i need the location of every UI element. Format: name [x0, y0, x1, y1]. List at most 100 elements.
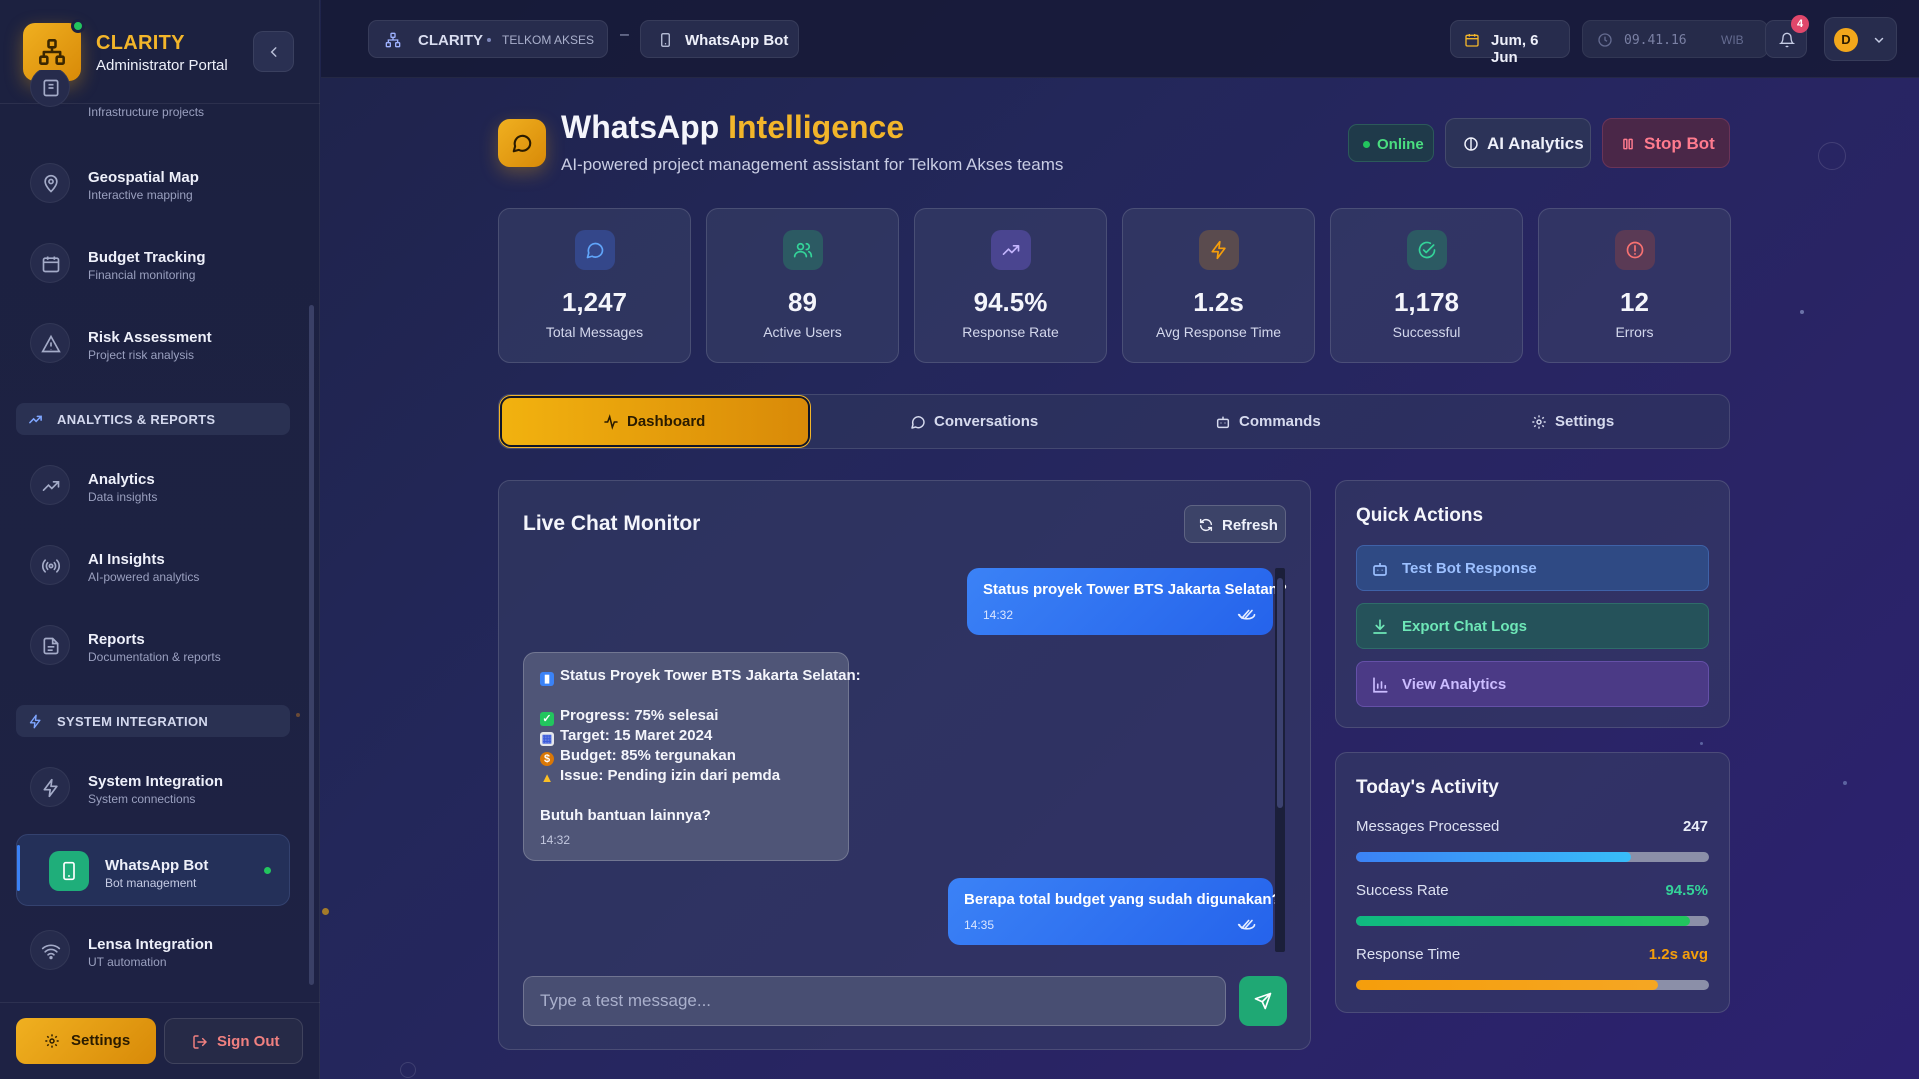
sidebar-item-ai-insights[interactable]: AI Insights AI-powered analytics [16, 532, 290, 598]
network-icon [38, 38, 66, 66]
section-label: ANALYTICS & REPORTS [57, 412, 216, 427]
stat-value: 94.5% [973, 287, 1048, 317]
double-check-icon [1237, 608, 1257, 622]
activity-label: Messages Processed [1356, 818, 1500, 835]
stat-card-errors: 12 Errors [1538, 208, 1731, 363]
message-icon [910, 414, 926, 430]
time-text: 09.41.16 [1624, 33, 1687, 48]
sidebar-item-system-integration[interactable]: System Integration System connections [16, 754, 290, 820]
trend-up-icon [28, 412, 43, 427]
bolt-icon [1209, 240, 1229, 260]
tab-dashboard[interactable]: Dashboard [502, 398, 808, 445]
bot-line: ▦ Target: 15 Maret 2024 [540, 727, 712, 746]
stat-label: Successful [1392, 324, 1461, 340]
sidebar-item-sub: UT automation [88, 955, 167, 969]
sidebar-item-lensa-integration[interactable]: Lensa Integration UT automation [16, 917, 290, 983]
message-text: Berapa total budget yang sudah digunakan… [964, 891, 1281, 908]
refresh-button[interactable]: Refresh [1184, 505, 1286, 543]
gear-icon [1531, 414, 1547, 430]
live-chat-title: Live Chat Monitor [523, 512, 701, 535]
section-header-analytics[interactable]: ANALYTICS & REPORTS [16, 403, 290, 435]
stop-bot-label: Stop Bot [1644, 134, 1715, 153]
sidebar-item-title: Geospatial Map [88, 169, 199, 186]
bot-line-text: Issue: Pending izin dari pemda [560, 767, 781, 784]
nav-icon-wrap [30, 767, 70, 807]
activity-label: Success Rate [1356, 882, 1449, 899]
tab-label: Dashboard [627, 413, 706, 430]
tab-conversations[interactable]: Conversations [811, 398, 1116, 445]
stat-card-avg-response-time: 1.2s Avg Response Time [1122, 208, 1315, 363]
bot-icon [1215, 414, 1231, 430]
refresh-label: Refresh [1222, 517, 1278, 534]
sidebar-item-risk-assessment[interactable]: Risk Assessment Project risk analysis [16, 310, 290, 376]
sidebar-scrollbar[interactable] [309, 305, 314, 985]
stat-value: 12 [1620, 287, 1649, 317]
collapse-sidebar-button[interactable] [253, 31, 294, 72]
radio-icon [41, 556, 61, 576]
decorative-dot [322, 908, 329, 915]
sidebar-item-title: AI Insights [88, 551, 165, 568]
bot-line: Butuh bantuan lainnya? [540, 807, 711, 824]
chevron-down-icon [1873, 34, 1885, 46]
stat-label: Active Users [763, 324, 842, 340]
sidebar-item-projects[interactable]: Infrastructure projects [16, 70, 290, 120]
sign-out-label: Sign Out [217, 1033, 280, 1050]
tab-label: Conversations [934, 413, 1039, 430]
send-icon [1254, 992, 1272, 1010]
sidebar-item-title: Risk Assessment [88, 329, 212, 346]
check-emoji-icon: ✓ [540, 712, 554, 726]
double-check-icon [1237, 918, 1257, 932]
sidebar-item-sub: Documentation & reports [88, 650, 221, 664]
bot-line-text: Budget: 85% tergunakan [560, 747, 736, 764]
test-message-input[interactable] [523, 976, 1226, 1026]
sidebar-item-whatsapp-bot[interactable]: WhatsApp Bot Bot management [16, 834, 290, 906]
quick-actions-title: Quick Actions [1356, 505, 1484, 526]
ai-analytics-button[interactable]: AI Analytics [1445, 118, 1591, 168]
stat-icon-wrap [1615, 230, 1655, 270]
time-display: 09.41.16 WIB [1582, 20, 1768, 58]
breadcrumb-separator: – [620, 26, 629, 43]
breadcrumb-current-page[interactable]: WhatsApp Bot [640, 20, 799, 58]
date-display: Jum, 6 Jun [1450, 20, 1570, 66]
notification-badge: 4 [1791, 15, 1809, 33]
section-header-system[interactable]: SYSTEM INTEGRATION [16, 705, 290, 737]
bot-line: ✓ Progress: 75% selesai [540, 707, 718, 726]
building-icon [41, 78, 61, 98]
user-menu-button[interactable]: D [1824, 17, 1897, 61]
sidebar-item-geospatial-map[interactable]: Geospatial Map Interactive mapping [16, 150, 290, 216]
activity-progress-fill [1356, 916, 1690, 926]
sidebar-item-analytics[interactable]: Analytics Data insights [16, 452, 290, 518]
chat-message-bot: ▮ Status Proyek Tower BTS Jakarta Selatan… [523, 652, 861, 861]
sign-out-button[interactable]: Sign Out [164, 1018, 303, 1064]
view-analytics-button[interactable]: View Analytics [1356, 661, 1709, 707]
stat-card-total-messages: 1,247 Total Messages [498, 208, 691, 363]
activity-label: Response Time [1356, 946, 1461, 963]
page-title: WhatsApp Intelligence [561, 109, 904, 146]
sidebar: CLARITY Administrator Portal Infrastruct… [0, 0, 320, 1079]
activity-value: 1.2s avg [1648, 946, 1708, 963]
tab-commands[interactable]: Commands [1119, 398, 1424, 445]
tab-settings[interactable]: Settings [1427, 398, 1727, 445]
sidebar-item-title: Analytics [88, 471, 155, 488]
gear-icon [44, 1033, 60, 1049]
sidebar-item-budget-tracking[interactable]: Budget Tracking Financial monitoring [16, 230, 290, 296]
stat-icon-wrap [1199, 230, 1239, 270]
stop-bot-button[interactable]: Stop Bot [1602, 118, 1730, 168]
test-bot-response-button[interactable]: Test Bot Response [1356, 545, 1709, 591]
export-chat-logs-button[interactable]: Export Chat Logs [1356, 603, 1709, 649]
bot-line: $ Budget: 85% tergunakan [540, 747, 736, 766]
sidebar-item-sub: System connections [88, 792, 196, 806]
sidebar-item-sub: Data insights [88, 490, 158, 504]
chat-message-user: Status proyek Tower BTS Jakarta Selatan?… [967, 568, 1287, 635]
sidebar-item-reports[interactable]: Reports Documentation & reports [16, 612, 290, 678]
settings-button[interactable]: Settings [16, 1018, 156, 1064]
chat-scrollbar-thumb[interactable] [1277, 578, 1283, 808]
chart-emoji-icon: ▮ [540, 672, 554, 686]
send-button[interactable] [1239, 976, 1287, 1026]
trend-up-icon [1001, 240, 1021, 260]
bell-icon [1779, 32, 1795, 48]
breadcrumb-app[interactable]: CLARITY TELKOM AKSES [368, 20, 608, 58]
breadcrumb-page-label: WhatsApp Bot [685, 32, 789, 49]
activity-value: 94.5% [1665, 882, 1708, 899]
stat-value: 89 [788, 287, 817, 317]
